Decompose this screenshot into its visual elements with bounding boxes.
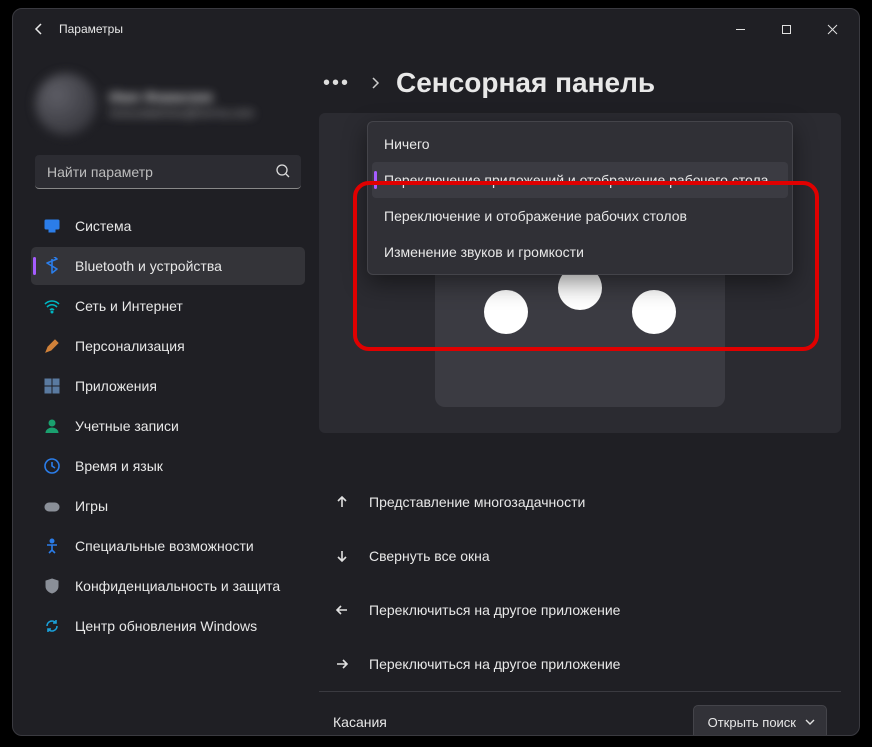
close-button[interactable] [809, 13, 855, 45]
taps-row: Касания Открыть поиск [319, 696, 841, 735]
clock-icon [43, 457, 61, 475]
sidebar-item-label: Персонализация [75, 338, 185, 354]
gesture-row-label: Переключиться на другое приложение [369, 602, 620, 618]
gesture-row-label: Свернуть все окна [369, 548, 490, 564]
profile-block[interactable]: Имя Фамилия пользователь@почта.com [31, 59, 305, 155]
main-pane: ••• Сенсорная панель НичегоПереключение … [313, 49, 859, 735]
sidebar-item-label: Сеть и Интернет [75, 298, 183, 314]
monitor-icon [43, 217, 61, 235]
gesture-row-label: Представление многозадачности [369, 494, 585, 510]
gesture-row-2[interactable]: Переключиться на другое приложение [319, 587, 841, 633]
shield-icon [43, 577, 61, 595]
person-icon [43, 417, 61, 435]
sidebar-item-2[interactable]: Сеть и Интернет [31, 287, 305, 325]
sidebar-item-6[interactable]: Время и язык [31, 447, 305, 485]
touchpad-preview: НичегоПереключение приложений и отображе… [319, 113, 841, 433]
divider [319, 691, 841, 692]
bluetooth-icon [43, 257, 61, 275]
taps-label: Касания [333, 714, 387, 730]
breadcrumb-ellipsis[interactable]: ••• [319, 72, 354, 95]
gesture-row-1[interactable]: Свернуть все окна [319, 533, 841, 579]
sidebar-item-label: Система [75, 218, 131, 234]
search-box [35, 155, 301, 189]
dropdown-option-0[interactable]: Ничего [372, 126, 788, 162]
chevron-right-icon [368, 76, 382, 90]
window-title: Параметры [59, 22, 123, 36]
sidebar-item-label: Время и язык [75, 458, 163, 474]
sidebar-item-label: Приложения [75, 378, 157, 394]
sidebar-item-5[interactable]: Учетные записи [31, 407, 305, 445]
sidebar-item-10[interactable]: Центр обновления Windows [31, 607, 305, 645]
arrow-down-icon [333, 547, 351, 565]
sidebar-item-label: Конфиденциальность и защита [75, 578, 280, 594]
avatar [35, 73, 97, 135]
sidebar-item-1[interactable]: Bluetooth и устройства [31, 247, 305, 285]
maximize-button[interactable] [763, 13, 809, 45]
open-search-label: Открыть поиск [708, 715, 796, 730]
gesture-rows: Представление многозадачности Свернуть вс… [319, 479, 841, 687]
sidebar-item-7[interactable]: Игры [31, 487, 305, 525]
search-icon [275, 163, 291, 184]
dropdown-option-3[interactable]: Изменение звуков и громкости [372, 234, 788, 270]
brush-icon [43, 337, 61, 355]
sidebar-item-label: Игры [75, 498, 108, 514]
dropdown-option-2[interactable]: Переключение и отображение рабочих столо… [372, 198, 788, 234]
minimize-button[interactable] [717, 13, 763, 45]
apps-icon [43, 377, 61, 395]
finger-dot [632, 290, 676, 334]
arrow-up-icon [333, 493, 351, 511]
breadcrumb: ••• Сенсорная панель [319, 67, 841, 99]
sidebar-item-label: Специальные возможности [75, 538, 254, 554]
wifi-icon [43, 297, 61, 315]
sidebar-item-label: Центр обновления Windows [75, 618, 257, 634]
update-icon [43, 617, 61, 635]
arrow-left-icon [333, 601, 351, 619]
dropdown-option-1[interactable]: Переключение приложений и отображение ра… [372, 162, 788, 198]
sidebar-item-4[interactable]: Приложения [31, 367, 305, 405]
back-button[interactable] [25, 15, 53, 43]
games-icon [43, 497, 61, 515]
nav-list: Система Bluetooth и устройства Сеть и Инте… [31, 207, 305, 645]
gesture-dropdown[interactable]: НичегоПереключение приложений и отображе… [367, 121, 793, 275]
settings-window: Параметры Имя Фамилия пользователь@почта… [12, 8, 860, 736]
sidebar-item-label: Bluetooth и устройства [75, 258, 222, 274]
finger-dot [484, 290, 528, 334]
page-title: Сенсорная панель [396, 67, 655, 99]
sidebar-item-8[interactable]: Специальные возможности [31, 527, 305, 565]
gesture-row-0[interactable]: Представление многозадачности [319, 479, 841, 525]
titlebar: Параметры [13, 9, 859, 49]
sidebar-item-label: Учетные записи [75, 418, 179, 434]
sidebar-item-3[interactable]: Персонализация [31, 327, 305, 365]
chevron-down-icon [804, 716, 816, 728]
arrow-right-icon [333, 655, 351, 673]
profile-email: пользователь@почта.com [109, 106, 254, 120]
gesture-row-label: Переключиться на другое приложение [369, 656, 620, 672]
sidebar-item-9[interactable]: Конфиденциальность и защита [31, 567, 305, 605]
open-search-dropdown[interactable]: Открыть поиск [693, 705, 827, 735]
accessibility-icon [43, 537, 61, 555]
search-input[interactable] [35, 155, 301, 189]
profile-name: Имя Фамилия [109, 89, 254, 106]
sidebar: Имя Фамилия пользователь@почта.com Систе… [13, 49, 313, 735]
gesture-row-3[interactable]: Переключиться на другое приложение [319, 641, 841, 687]
sidebar-item-0[interactable]: Система [31, 207, 305, 245]
